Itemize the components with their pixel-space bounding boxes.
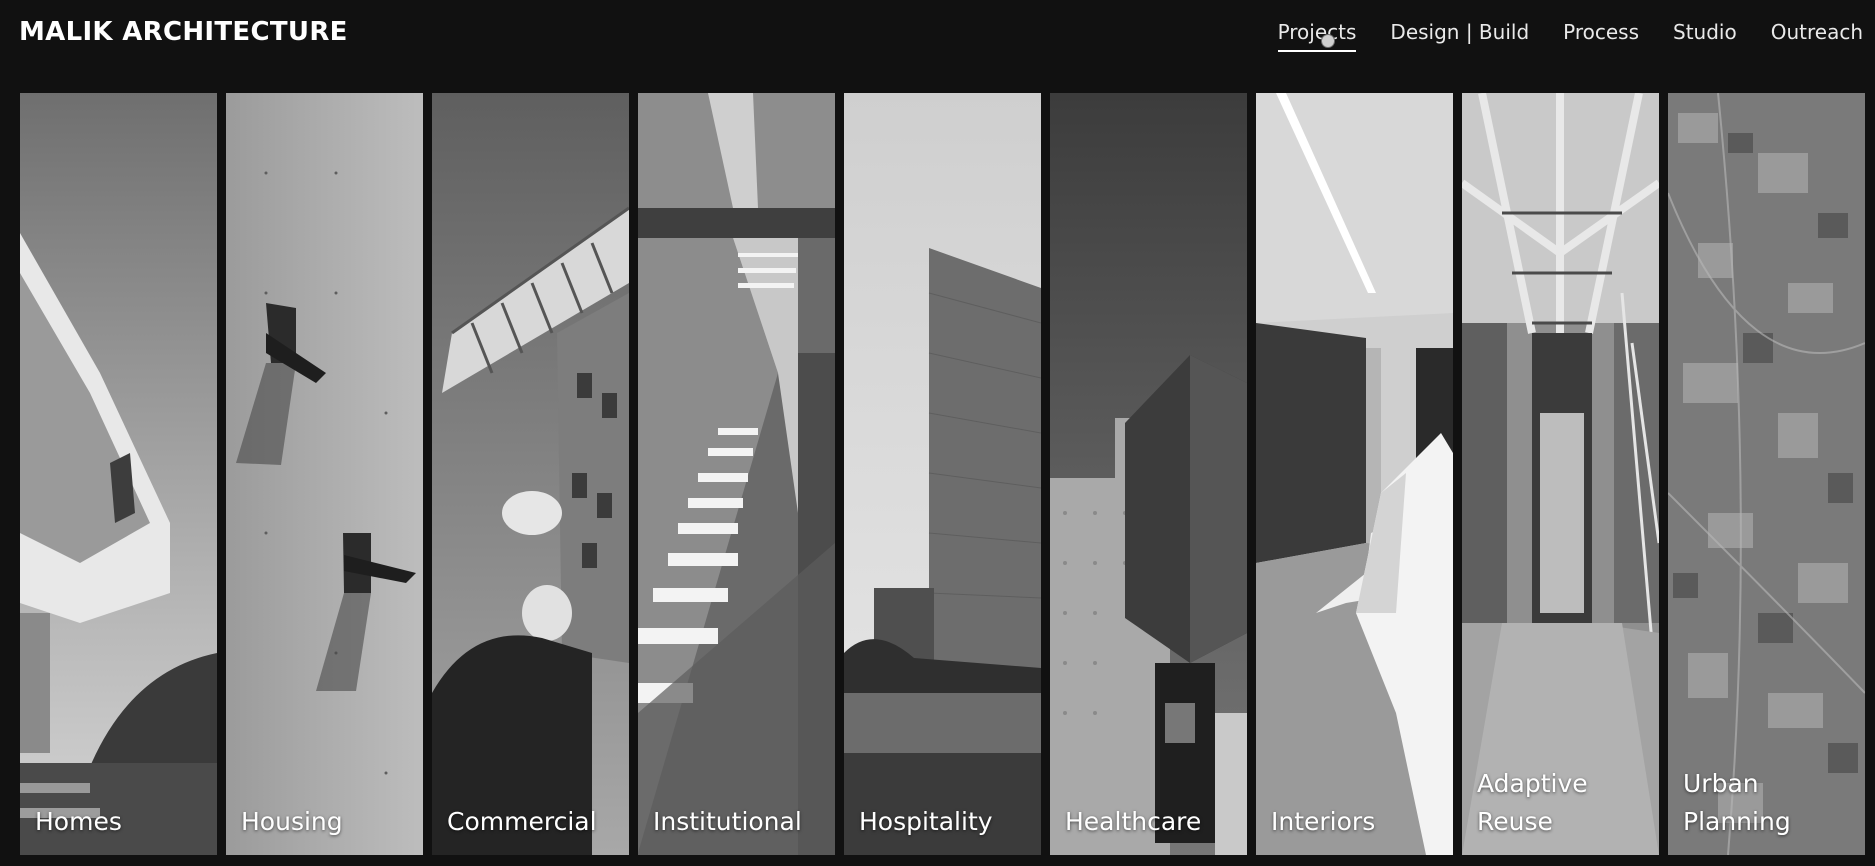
category-label: Commercial <box>447 807 597 836</box>
truss-canopy-building-photo <box>432 93 629 855</box>
steel-frame-passage-photo <box>1462 93 1659 855</box>
cantilevered-house-photo <box>20 93 217 855</box>
category-label: Healthcare <box>1065 807 1202 836</box>
brick-block-facade-photo <box>1050 93 1247 855</box>
category-housing[interactable]: Housing <box>226 93 423 855</box>
category-hospitality[interactable]: Hospitality <box>844 93 1041 855</box>
category-label: Hospitality <box>859 807 993 836</box>
category-homes[interactable]: Homes <box>20 93 217 855</box>
category-label: Interiors <box>1271 807 1376 836</box>
nav-design-build[interactable]: Design | Build <box>1390 20 1529 52</box>
category-urban-planning[interactable]: Urban Planning <box>1668 93 1865 855</box>
category-label: Institutional <box>653 807 802 836</box>
stone-tower-photo <box>844 93 1041 855</box>
category-institutional[interactable]: Institutional <box>638 93 835 855</box>
category-commercial[interactable]: Commercial <box>432 93 629 855</box>
mouse-cursor-icon <box>1321 34 1335 48</box>
concrete-wall-windows-photo <box>226 93 423 855</box>
category-interiors[interactable]: Interiors <box>1256 93 1453 855</box>
light-slit-corridor-photo <box>638 93 835 855</box>
aerial-settlement-photo <box>1668 93 1865 855</box>
site-header: MALIK ARCHITECTURE Projects Design | Bui… <box>0 0 1875 66</box>
nav-projects[interactable]: Projects <box>1277 20 1356 52</box>
category-label: Homes <box>35 807 122 836</box>
category-label: Adaptive Reuse <box>1477 769 1588 836</box>
nav-process[interactable]: Process <box>1563 20 1639 52</box>
project-category-gallery: Homes Housing Commercial Institutional H… <box>20 93 1865 855</box>
category-adaptive-reuse[interactable]: Adaptive Reuse <box>1462 93 1659 855</box>
nav-outreach[interactable]: Outreach <box>1771 20 1863 52</box>
brand-logo[interactable]: MALIK ARCHITECTURE <box>19 17 348 47</box>
category-healthcare[interactable]: Healthcare <box>1050 93 1247 855</box>
main-nav: Projects Design | Build Process Studio O… <box>1277 20 1863 52</box>
category-label: Housing <box>241 807 343 836</box>
interior-corridor-photo <box>1256 93 1453 855</box>
nav-studio[interactable]: Studio <box>1673 20 1737 52</box>
category-label: Urban Planning <box>1683 769 1791 836</box>
